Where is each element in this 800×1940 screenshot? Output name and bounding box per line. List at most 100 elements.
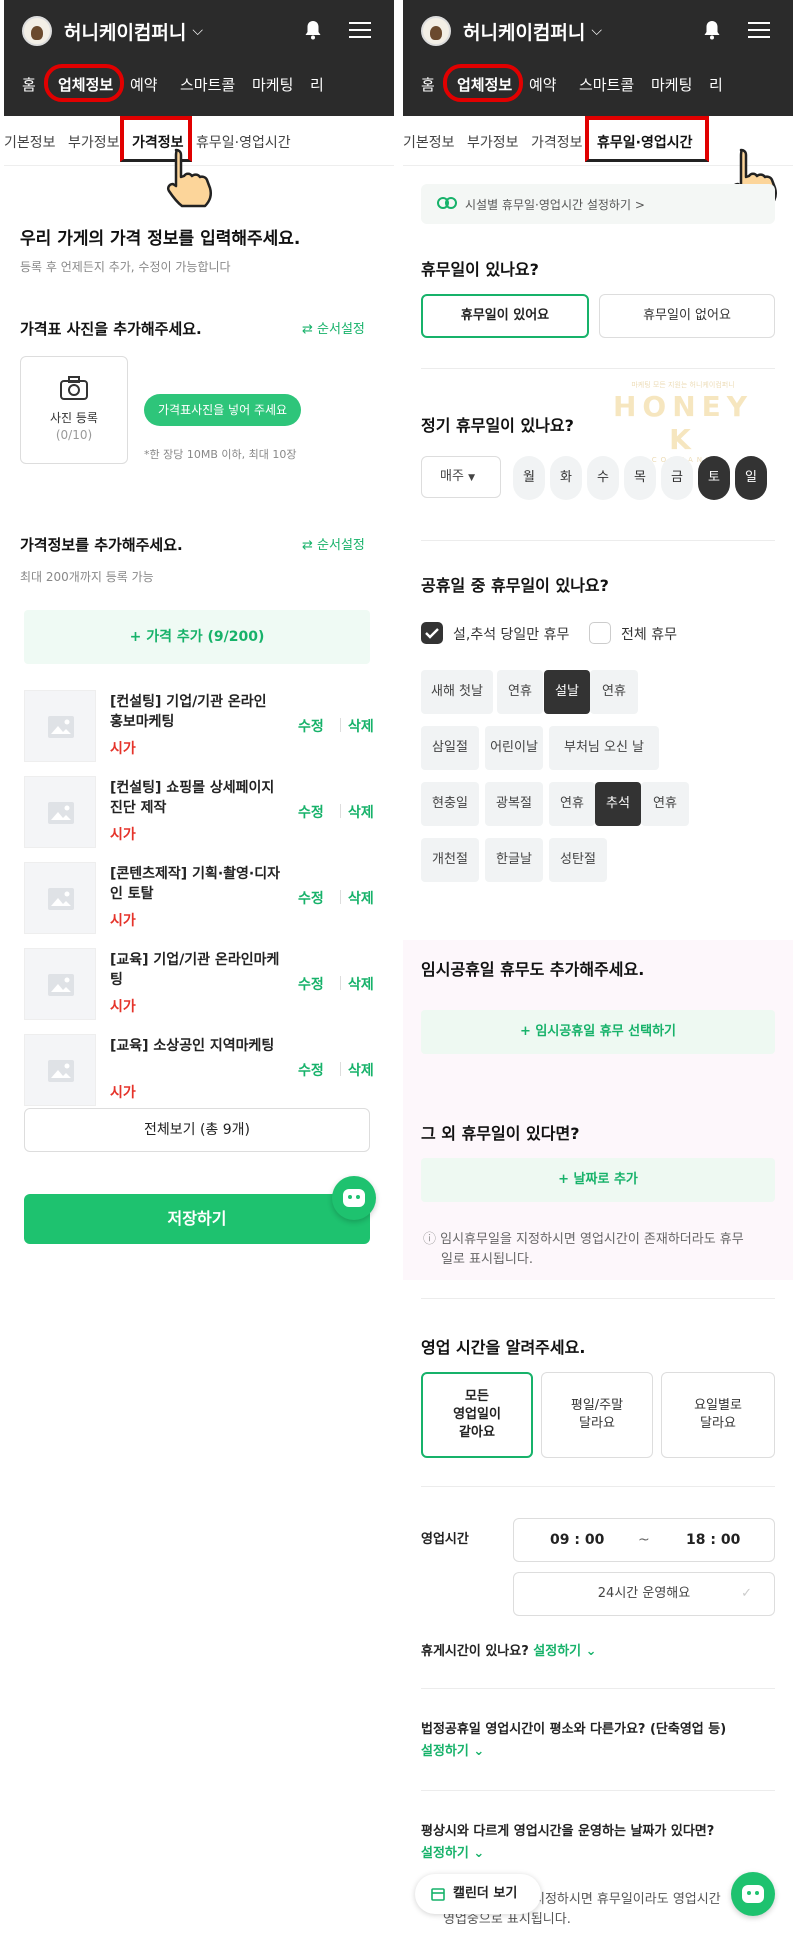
- break-set-link[interactable]: 설정하기 ⌄: [533, 1644, 596, 1659]
- photo-note: *한 장당 10MB 이하, 최대 10장: [144, 448, 297, 461]
- no-holiday-option[interactable]: 휴무일이 없어요: [599, 294, 775, 338]
- bell-icon[interactable]: [703, 20, 721, 40]
- tab-extra-info[interactable]: 부가정보: [68, 132, 120, 152]
- sort-setting-link[interactable]: ⇄ 순서설정: [302, 318, 365, 337]
- divider: [421, 1790, 775, 1791]
- nav-home[interactable]: 홈: [22, 74, 36, 95]
- weekday-chip[interactable]: 일: [735, 456, 767, 500]
- bell-icon[interactable]: [304, 20, 322, 40]
- nav-reservation[interactable]: 예약: [130, 74, 158, 95]
- honeyk-watermark-logo: 마케팅 모든 지원는 허니케이컴퍼니 HONEY K COMPANY: [613, 380, 753, 464]
- only-day-checkbox[interactable]: [421, 622, 443, 644]
- by-day-line-1: 요일별로: [694, 1398, 742, 1413]
- add-price-button[interactable]: + 가격 추가 (9/200): [24, 610, 370, 664]
- holiday-chip[interactable]: 연휴: [641, 782, 689, 826]
- business-selector[interactable]: 허니케이컴퍼니 ⌵: [22, 14, 203, 48]
- holiday-chip[interactable]: 광복절: [485, 782, 543, 826]
- legal-holiday-question: 법정공휴일 영업시간이 평소와 다른가요? (단축영업 등): [421, 1722, 727, 1737]
- menu-icon[interactable]: [748, 22, 770, 40]
- view-all-button[interactable]: 전체보기 (총 9개): [24, 1108, 370, 1152]
- holiday-chip[interactable]: 연휴: [497, 670, 543, 714]
- divider: [340, 804, 341, 818]
- edit-button[interactable]: 수정: [298, 888, 324, 908]
- add-date-button[interactable]: + 날짜로 추가: [421, 1158, 775, 1202]
- legal-set-link[interactable]: 설정하기 ⌄: [421, 1740, 484, 1759]
- tab-extra-info[interactable]: 부가정보: [467, 132, 519, 152]
- nav-marketing[interactable]: 마케팅: [252, 74, 293, 95]
- delete-button[interactable]: 삭제: [348, 974, 374, 994]
- by-day-option[interactable]: 요일별로 달라요: [661, 1372, 775, 1458]
- facility-hours-banner[interactable]: 시설별 휴무일·영업시간 설정하기 >: [421, 184, 775, 224]
- weekday-chip[interactable]: 월: [513, 456, 545, 500]
- price-item: [교육] 기업/기관 온라인마케팅 시가 수정 삭제: [24, 948, 384, 1020]
- holiday-chip[interactable]: 설날: [544, 670, 590, 714]
- period-select[interactable]: 매주 ▼: [421, 456, 501, 498]
- calendar-label: 캘린더 보기: [453, 1886, 518, 1901]
- nav-more[interactable]: 리: [310, 74, 324, 95]
- item-price: 시가: [110, 999, 136, 1015]
- special-set-link[interactable]: 설정하기 ⌄: [421, 1842, 484, 1861]
- item-price: 시가: [110, 1085, 136, 1101]
- nav-home[interactable]: 홈: [421, 74, 435, 95]
- holiday-chip[interactable]: 부처님 오신 날: [549, 726, 659, 770]
- tab-price-info[interactable]: 가격정보: [531, 132, 583, 152]
- nav-reservation[interactable]: 예약: [529, 74, 557, 95]
- temp-holiday-button[interactable]: + 임시공휴일 휴무 선택하기: [421, 1010, 775, 1054]
- edit-button[interactable]: 수정: [298, 802, 324, 822]
- weekday-chip[interactable]: 수: [587, 456, 619, 500]
- holiday-chip[interactable]: 어린이날: [485, 726, 543, 770]
- holiday-chip[interactable]: 새해 첫날: [421, 670, 493, 714]
- allday-toggle[interactable]: 24시간 운영해요 ✓: [513, 1572, 775, 1616]
- image-placeholder-icon: [24, 1034, 96, 1106]
- nav-smartcall[interactable]: 스마트콜: [180, 74, 235, 95]
- nav-marketing[interactable]: 마케팅: [651, 74, 692, 95]
- weekday-chip[interactable]: 토: [698, 456, 730, 500]
- menu-icon[interactable]: [349, 22, 371, 40]
- edit-button[interactable]: 수정: [298, 716, 324, 736]
- weekday-weekend-option[interactable]: 평일/주말 달라요: [541, 1372, 653, 1458]
- holiday-chip[interactable]: 한글날: [485, 838, 543, 882]
- save-button[interactable]: 저장하기: [24, 1194, 370, 1244]
- nav-more[interactable]: 리: [709, 74, 723, 95]
- has-holiday-option[interactable]: 휴무일이 있어요: [421, 294, 589, 338]
- business-name: 허니케이컴퍼니: [64, 21, 187, 44]
- watermark-name: HONEY K: [613, 390, 754, 456]
- delete-button[interactable]: 삭제: [348, 802, 374, 822]
- delete-button[interactable]: 삭제: [348, 1060, 374, 1080]
- divider: [340, 976, 341, 990]
- photo-register-button[interactable]: 사진 등록 (0/10): [20, 356, 128, 464]
- close-time-input[interactable]: 18 : 00: [686, 1532, 740, 1548]
- holiday-chip[interactable]: 연휴: [590, 670, 638, 714]
- delete-button[interactable]: 삭제: [348, 888, 374, 908]
- holiday-chip[interactable]: 성탄절: [549, 838, 607, 882]
- calendar-view-button[interactable]: 캘린더 보기: [415, 1874, 541, 1914]
- business-selector[interactable]: 허니케이컴퍼니 ⌵: [421, 14, 602, 48]
- holiday-chip[interactable]: 추석: [595, 782, 641, 826]
- holiday-chip[interactable]: 현충일: [421, 782, 479, 826]
- holiday-chip[interactable]: 삼일절: [421, 726, 479, 770]
- checkmark-icon: [425, 628, 439, 639]
- photo-count: (0/10): [55, 428, 93, 442]
- edit-button[interactable]: 수정: [298, 1060, 324, 1080]
- open-time-input[interactable]: 09 : 00: [550, 1532, 604, 1548]
- delete-button[interactable]: 삭제: [348, 716, 374, 736]
- divider: [421, 1688, 775, 1689]
- same-hours-option[interactable]: 모든 영업일이 같아요: [421, 1372, 533, 1458]
- holiday-chip[interactable]: 개천절: [421, 838, 479, 882]
- chatbot-icon[interactable]: [731, 1872, 775, 1916]
- weekday-chip[interactable]: 화: [550, 456, 582, 500]
- chatbot-icon[interactable]: [332, 1176, 376, 1220]
- nav-smartcall[interactable]: 스마트콜: [579, 74, 634, 95]
- edit-button[interactable]: 수정: [298, 974, 324, 994]
- price-sort-link[interactable]: ⇄ 순서설정: [302, 534, 365, 553]
- highlight-ring: [44, 64, 124, 102]
- hours-label: 영업시간: [421, 1532, 469, 1547]
- temp-holiday-question: 임시공휴일 휴무도 추가해주세요.: [421, 960, 645, 979]
- all-holiday-checkbox[interactable]: [589, 622, 611, 644]
- tab-basic-info[interactable]: 기본정보: [403, 132, 455, 152]
- tab-basic-info[interactable]: 기본정보: [4, 132, 56, 152]
- holiday-chip[interactable]: 연휴: [549, 782, 595, 826]
- weekday-chip[interactable]: 목: [624, 456, 656, 500]
- weekday-chip[interactable]: 금: [661, 456, 693, 500]
- app-header: 허니케이컴퍼니 ⌵ 홈 업체정보 예약 스마트콜 마케팅 리: [4, 0, 394, 116]
